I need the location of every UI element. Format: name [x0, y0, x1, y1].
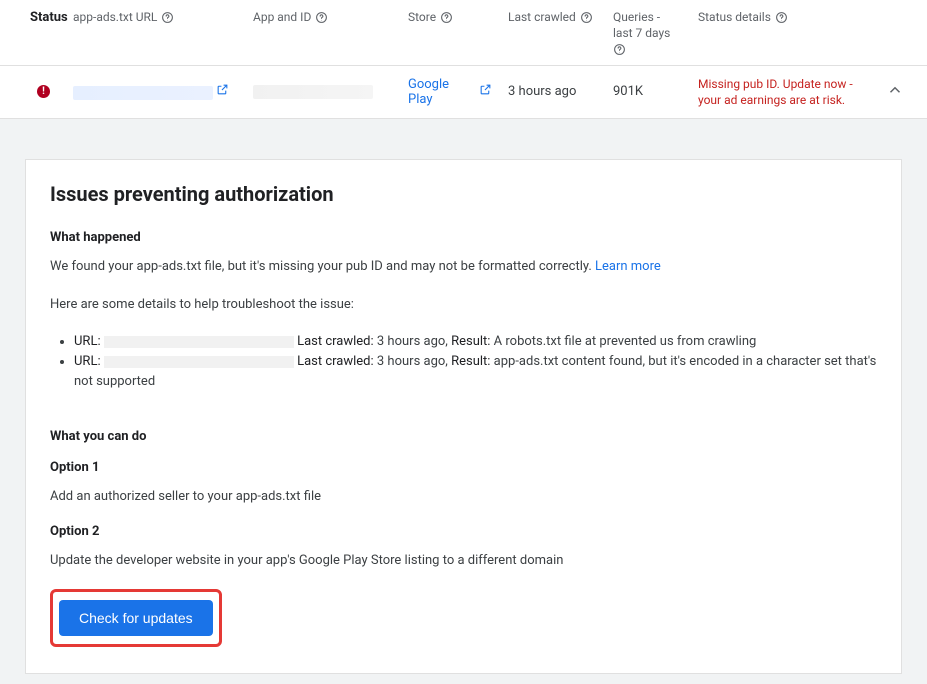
redacted-url — [104, 336, 294, 348]
cell-queries: 901K — [605, 84, 690, 99]
option-2-text: Update the developer website in your app… — [50, 551, 877, 571]
list-item: URL: Last crawled: 3 hours ago, Result: … — [74, 352, 877, 392]
help-icon[interactable] — [315, 11, 328, 24]
heading-what-you-can-do: What you can do — [50, 429, 877, 444]
redacted-url — [73, 86, 213, 100]
col-header-status: Status — [0, 10, 65, 25]
help-icon[interactable] — [580, 11, 593, 24]
details-panel: Issues preventing authorization What hap… — [25, 159, 902, 673]
table-row[interactable]: ! Google Play 3 hours ago 901K Missing p… — [0, 66, 927, 119]
col-header-queries: Queries - last 7 days — [613, 10, 682, 57]
cell-status-details: Missing pub ID. Update now - your ad ear… — [690, 76, 875, 108]
intro-text: We found your app-ads.txt file, but it's… — [50, 257, 877, 277]
option-1-text: Add an authorized seller to your app-ads… — [50, 487, 877, 507]
troubleshoot-intro: Here are some details to help troublesho… — [50, 295, 877, 315]
highlight-box: Check for updates — [50, 589, 222, 647]
heading-option-1: Option 1 — [50, 460, 877, 475]
cell-last-crawled: 3 hours ago — [500, 84, 605, 99]
chevron-up-icon[interactable] — [886, 88, 904, 103]
help-icon[interactable] — [161, 11, 174, 24]
col-header-url: app-ads.txt URL — [73, 10, 174, 26]
col-header-app: App and ID — [253, 10, 328, 26]
col-header-crawl: Last crawled — [508, 10, 593, 26]
panel-title: Issues preventing authorization — [50, 182, 877, 206]
heading-option-2: Option 2 — [50, 524, 877, 539]
redacted-url — [104, 356, 294, 368]
store-link[interactable]: Google Play — [408, 77, 492, 107]
col-header-status-details: Status details — [698, 10, 788, 26]
redacted-app — [253, 85, 373, 99]
list-item: URL: Last crawled: 3 hours ago, Result: … — [74, 332, 877, 352]
help-icon[interactable] — [775, 11, 788, 24]
help-icon[interactable] — [440, 11, 453, 24]
open-in-new-icon[interactable] — [216, 85, 229, 100]
heading-what-happened: What happened — [50, 230, 877, 245]
table-header: Status app-ads.txt URL App and ID Store … — [0, 0, 927, 66]
open-in-new-icon — [479, 83, 492, 100]
check-updates-button[interactable]: Check for updates — [59, 600, 213, 636]
learn-more-link[interactable]: Learn more — [595, 257, 661, 277]
help-icon[interactable] — [613, 43, 626, 56]
alert-icon: ! — [37, 85, 50, 98]
issue-list: URL: Last crawled: 3 hours ago, Result: … — [50, 332, 877, 392]
col-header-store: Store — [408, 10, 453, 26]
